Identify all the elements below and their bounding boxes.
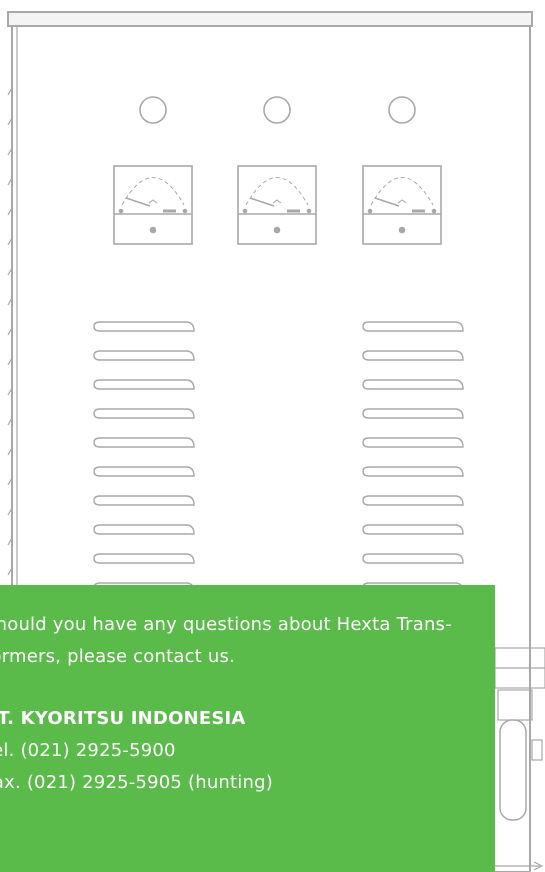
panel-meter-2: [237, 165, 317, 245]
contact-info-card: Should you have any questions about Hext…: [0, 585, 495, 872]
panel-meter-3: [362, 165, 442, 245]
cabinet-top-lid: [7, 11, 533, 27]
indicator-light-2: [263, 96, 291, 124]
contact-text-block: Should you have any questions about Hext…: [0, 609, 452, 799]
contact-intro-line-2: formers, please contact us.: [0, 646, 235, 667]
fax-number: Fax. (021) 2925-5905 (hunting): [0, 772, 273, 793]
panel-meter-1: [113, 165, 193, 245]
indicator-light-3: [388, 96, 416, 124]
caster-wheel: [499, 719, 527, 821]
vent-column-left: [93, 321, 195, 593]
caster-wheel-bracket: [497, 689, 533, 721]
contact-intro-line-1: Should you have any questions about Hext…: [0, 614, 452, 635]
phone-number[interactable]: Tel. (021) 2925-5900: [0, 735, 452, 767]
indicator-light-1: [139, 96, 167, 124]
vent-column-right: [362, 321, 464, 593]
company-name: PT. KYORITSU INDONESIA: [0, 708, 246, 729]
